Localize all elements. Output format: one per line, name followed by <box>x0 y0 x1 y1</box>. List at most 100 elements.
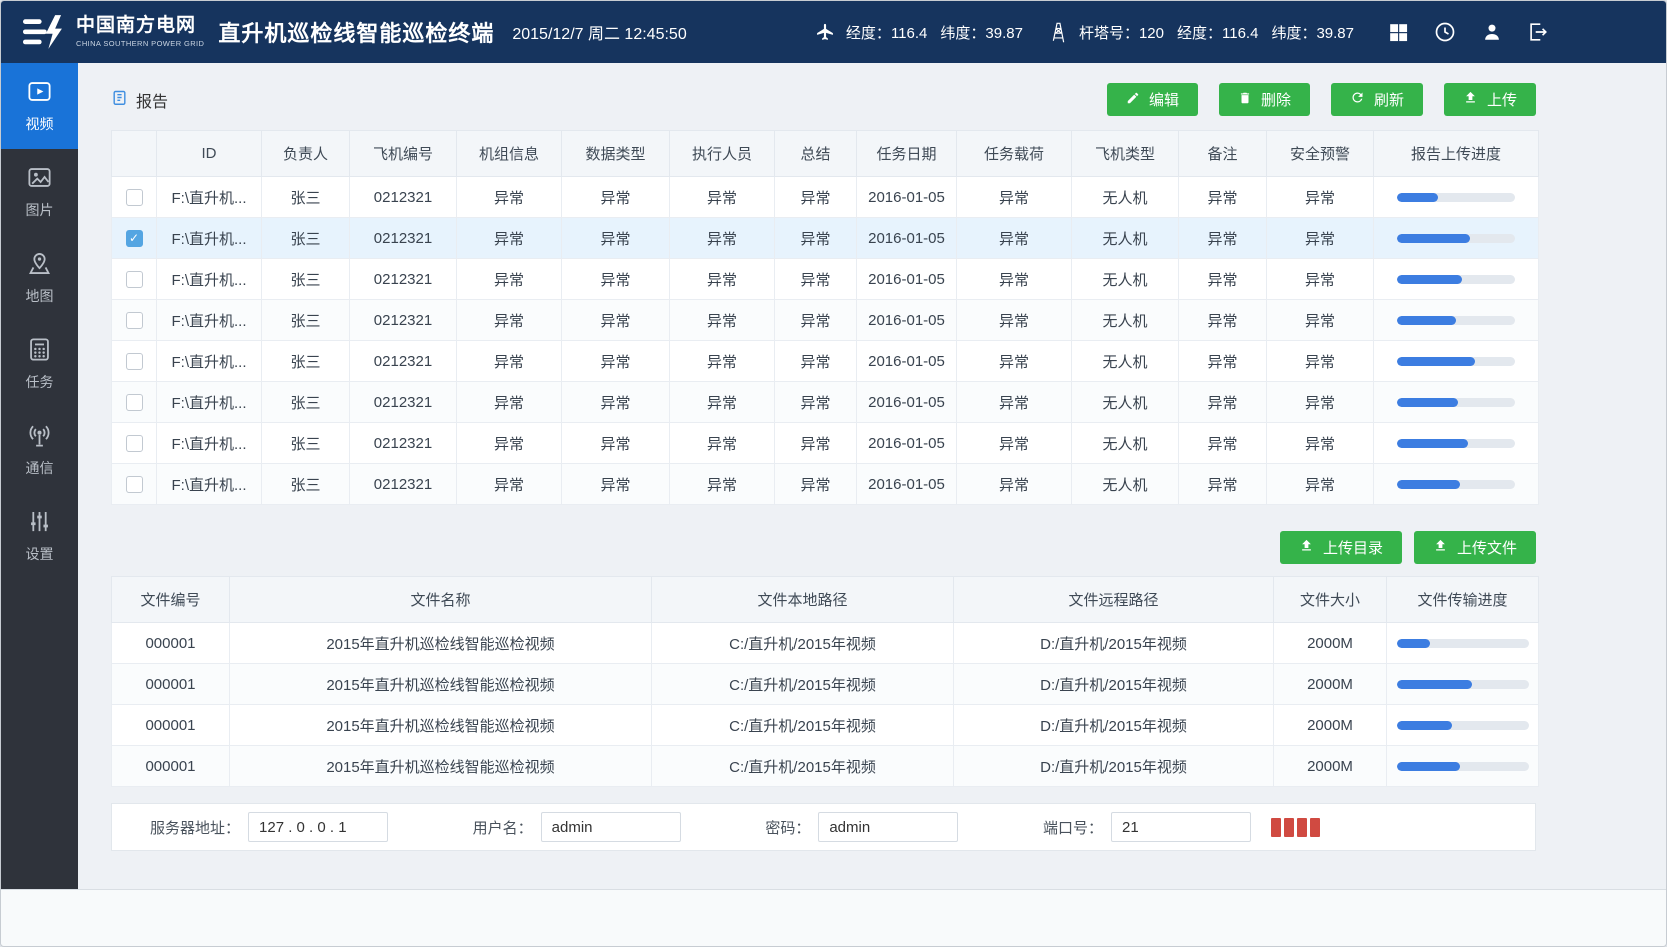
delete-button[interactable]: 删除 <box>1219 83 1310 116</box>
upload-button[interactable]: 上传 <box>1444 83 1536 116</box>
report-cell-owner: 张三 <box>262 300 350 341</box>
report-cell-progress <box>1374 259 1539 300</box>
report-cell-summary: 异常 <box>775 341 857 382</box>
report-cell-plane_type: 无人机 <box>1072 423 1179 464</box>
report-row[interactable]: F:\直升机...张三0212321异常异常异常异常2016-01-05异常无人… <box>112 423 1539 464</box>
report-cell-payload: 异常 <box>957 341 1072 382</box>
file-cell-remote_path: D:/直升机/2015年视频 <box>954 705 1274 746</box>
report-upload-progress-bar <box>1397 398 1515 407</box>
file-transfer-progress-bar <box>1397 680 1529 689</box>
report-row[interactable]: F:\直升机...张三0212321异常异常异常异常2016-01-05异常无人… <box>112 300 1539 341</box>
sidebar-item-comm[interactable]: 通信 <box>1 407 78 493</box>
report-column-header: 报告上传进度 <box>1374 131 1539 177</box>
report-upload-progress-bar <box>1397 193 1515 202</box>
refresh-button[interactable]: 刷新 <box>1331 83 1423 116</box>
username-label: 用户名： <box>473 817 533 838</box>
report-cell-task_date: 2016-01-05 <box>857 259 957 300</box>
sidebar-item-map[interactable]: 地图 <box>1 235 78 321</box>
report-row[interactable]: F:\直升机...张三0212321异常异常异常异常2016-01-05异常无人… <box>112 341 1539 382</box>
settings-icon <box>26 508 53 535</box>
report-cell-summary: 异常 <box>775 218 857 259</box>
file-row[interactable]: 0000012015年直升机巡检线智能巡检视频C:/直升机/2015年视频D:/… <box>112 623 1539 664</box>
row-checkbox[interactable] <box>126 394 143 411</box>
row-checkbox[interactable] <box>126 230 143 247</box>
history-icon[interactable] <box>1433 20 1457 44</box>
logo: 中国南方电网 CHINA SOUTHERN POWER GRID <box>23 15 204 49</box>
files-column-header: 文件传输进度 <box>1387 577 1539 623</box>
flight-latitude: 纬度：39.87 <box>940 22 1023 43</box>
file-cell-no: 000001 <box>112 746 230 787</box>
server-settings-bar: 服务器地址： 用户名： 密码： 端口号： <box>111 803 1536 851</box>
port-group: 端口号： <box>1043 812 1320 842</box>
report-cell-crew_info: 异常 <box>457 464 562 505</box>
report-cell-task_date: 2016-01-05 <box>857 423 957 464</box>
report-row[interactable]: F:\直升机...张三0212321异常异常异常异常2016-01-05异常无人… <box>112 218 1539 259</box>
password-label: 密码： <box>765 817 810 838</box>
report-cell-plane_type: 无人机 <box>1072 300 1179 341</box>
report-row[interactable]: F:\直升机...张三0212321异常异常异常异常2016-01-05异常无人… <box>112 177 1539 218</box>
file-row[interactable]: 0000012015年直升机巡检线智能巡检视频C:/直升机/2015年视频D:/… <box>112 705 1539 746</box>
report-cell-summary: 异常 <box>775 259 857 300</box>
windows-icon[interactable] <box>1388 22 1409 43</box>
report-row[interactable]: F:\直升机...张三0212321异常异常异常异常2016-01-05异常无人… <box>112 259 1539 300</box>
file-cell-name: 2015年直升机巡检线智能巡检视频 <box>230 705 652 746</box>
file-row[interactable]: 0000012015年直升机巡检线智能巡检视频C:/直升机/2015年视频D:/… <box>112 746 1539 787</box>
file-cell-size: 2000M <box>1274 746 1387 787</box>
port-input[interactable] <box>1111 812 1251 842</box>
report-icon <box>111 88 128 112</box>
server-address-input[interactable] <box>248 812 388 842</box>
sidebar-item-task[interactable]: 任务 <box>1 321 78 407</box>
report-cell-plane_no: 0212321 <box>350 341 457 382</box>
upload-file-button[interactable]: 上传文件 <box>1414 531 1536 564</box>
page-title: 直升机巡检线智能巡检终端 <box>218 16 494 48</box>
row-checkbox[interactable] <box>126 476 143 493</box>
report-cell-warning: 异常 <box>1267 177 1374 218</box>
report-cell-summary: 异常 <box>775 464 857 505</box>
row-checkbox[interactable] <box>126 189 143 206</box>
report-cell-task_date: 2016-01-05 <box>857 464 957 505</box>
report-cell-id: F:\直升机... <box>157 300 262 341</box>
logo-text: 中国南方电网 CHINA SOUTHERN POWER GRID <box>76 16 204 48</box>
report-cell-payload: 异常 <box>957 218 1072 259</box>
upload-directory-button[interactable]: 上传目录 <box>1280 531 1402 564</box>
username-input[interactable] <box>541 812 681 842</box>
report-cell-data_type: 异常 <box>562 382 670 423</box>
row-checkbox[interactable] <box>126 271 143 288</box>
file-cell-size: 2000M <box>1274 623 1387 664</box>
sidebar-item-settings[interactable]: 设置 <box>1 493 78 579</box>
report-row[interactable]: F:\直升机...张三0212321异常异常异常异常2016-01-05异常无人… <box>112 464 1539 505</box>
report-cell-owner: 张三 <box>262 259 350 300</box>
sidebar-item-label: 视频 <box>26 114 54 134</box>
aircraft-icon <box>815 22 835 42</box>
app-body: 视频 图片 地图 任务 <box>1 63 1666 889</box>
user-icon[interactable] <box>1481 21 1503 43</box>
flight-stats: 经度：116.4 纬度：39.87 <box>815 22 1023 43</box>
report-cell-checkbox <box>112 177 157 218</box>
row-checkbox[interactable] <box>126 312 143 329</box>
report-row[interactable]: F:\直升机...张三0212321异常异常异常异常2016-01-05异常无人… <box>112 382 1539 423</box>
refresh-icon <box>1350 90 1365 109</box>
sidebar-item-video[interactable]: 视频 <box>1 63 78 149</box>
report-cell-id: F:\直升机... <box>157 464 262 505</box>
report-cell-owner: 张三 <box>262 423 350 464</box>
report-cell-payload: 异常 <box>957 177 1072 218</box>
sidebar: 视频 图片 地图 任务 <box>1 63 78 889</box>
report-cell-remark: 异常 <box>1179 300 1267 341</box>
row-checkbox[interactable] <box>126 435 143 452</box>
report-upload-progress-bar <box>1397 357 1515 366</box>
files-column-header: 文件远程路径 <box>954 577 1274 623</box>
report-cell-id: F:\直升机... <box>157 423 262 464</box>
edit-button[interactable]: 编辑 <box>1107 83 1198 116</box>
row-checkbox[interactable] <box>126 353 143 370</box>
report-column-header: 机组信息 <box>457 131 562 177</box>
password-input[interactable] <box>818 812 958 842</box>
report-cell-remark: 异常 <box>1179 259 1267 300</box>
report-cell-summary: 异常 <box>775 300 857 341</box>
report-cell-summary: 异常 <box>775 177 857 218</box>
exit-icon[interactable] <box>1527 21 1549 43</box>
sidebar-item-image[interactable]: 图片 <box>1 149 78 235</box>
report-cell-remark: 异常 <box>1179 423 1267 464</box>
file-row[interactable]: 0000012015年直升机巡检线智能巡检视频C:/直升机/2015年视频D:/… <box>112 664 1539 705</box>
report-cell-plane_no: 0212321 <box>350 464 457 505</box>
report-cell-plane_type: 无人机 <box>1072 464 1179 505</box>
